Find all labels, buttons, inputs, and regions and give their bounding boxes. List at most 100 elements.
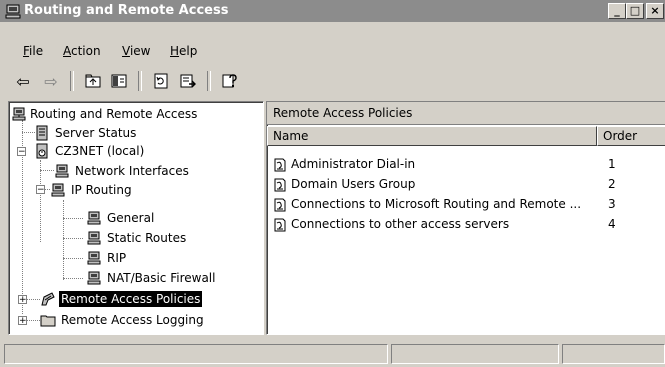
expand-remote-access-policies-toggle[interactable]: + bbox=[18, 295, 27, 305]
nat-firewall-icon bbox=[87, 271, 101, 285]
tree-line bbox=[40, 170, 54, 171]
back-arrow-icon: ⇦ bbox=[16, 71, 30, 91]
rip-icon bbox=[87, 251, 101, 265]
details-pane: Remote Access Policies Name Order Admini… bbox=[266, 101, 665, 335]
tree-item-ip-routing[interactable]: IP Routing bbox=[50, 181, 250, 199]
tree-line bbox=[22, 132, 23, 314]
menu-bar: File Action View Help bbox=[0, 40, 665, 62]
folder-icon bbox=[40, 315, 56, 327]
menu-view-hotkey: V bbox=[122, 44, 130, 58]
column-header-name-label: Name bbox=[273, 129, 309, 143]
routing-server-icon bbox=[12, 107, 26, 121]
menu-action[interactable]: Action bbox=[63, 44, 101, 58]
refresh-icon bbox=[154, 73, 168, 89]
tree-item-general[interactable]: General bbox=[86, 209, 246, 227]
up-one-level-button[interactable] bbox=[82, 70, 104, 92]
menu-action-hotkey: A bbox=[63, 44, 71, 58]
tree-label-root: Routing and Remote Access bbox=[30, 107, 198, 121]
computer-icon bbox=[5, 4, 21, 19]
tree-item-network-interfaces[interactable]: Network Interfaces bbox=[54, 162, 254, 180]
tree-label-server-status: Server Status bbox=[55, 126, 137, 140]
tree-item-static-routes[interactable]: Static Routes bbox=[86, 229, 246, 247]
network-interfaces-icon bbox=[55, 164, 69, 178]
tree-item-nat-basic-firewall[interactable]: NAT/Basic Firewall bbox=[86, 269, 256, 287]
policy-icon bbox=[274, 218, 286, 232]
general-icon bbox=[87, 211, 101, 225]
menu-view-label: iew bbox=[129, 44, 151, 58]
menu-action-label: ction bbox=[71, 44, 101, 58]
policy-name: Connections to Microsoft Routing and Rem… bbox=[291, 197, 582, 211]
column-header-order-label: Order bbox=[603, 129, 638, 143]
status-pane-middle bbox=[391, 344, 559, 364]
tree-label-network-interfaces: Network Interfaces bbox=[75, 164, 189, 178]
expand-icon: + bbox=[19, 316, 27, 326]
policy-name: Connections to other access servers bbox=[291, 217, 510, 231]
policy-order: 3 bbox=[608, 197, 616, 211]
tree-item-remote-access-logging[interactable]: Remote Access Logging bbox=[40, 311, 250, 329]
tree-item-root[interactable]: Routing and Remote Access bbox=[11, 105, 251, 123]
policy-icon bbox=[274, 178, 286, 192]
tree-item-rip[interactable]: RIP bbox=[86, 249, 246, 267]
details-title: Remote Access Policies bbox=[273, 106, 413, 120]
help-icon bbox=[222, 74, 237, 88]
tree-line bbox=[63, 200, 64, 280]
tree-label-rip: RIP bbox=[107, 251, 127, 265]
expand-icon: + bbox=[19, 295, 27, 305]
toolbar-separator bbox=[207, 71, 211, 91]
status-pane-main bbox=[4, 344, 388, 364]
console-tree[interactable]: Routing and Remote Access Server Status … bbox=[8, 101, 264, 335]
refresh-button[interactable] bbox=[150, 70, 172, 92]
back-button[interactable]: ⇦ bbox=[12, 70, 34, 92]
export-list-icon bbox=[180, 74, 196, 88]
menu-view[interactable]: View bbox=[122, 44, 150, 58]
toolbar: ⇦ ⇨ bbox=[0, 68, 665, 94]
table-row[interactable]: Domain Users Group 2 bbox=[267, 176, 665, 194]
server-icon bbox=[36, 143, 48, 159]
tree-line bbox=[26, 299, 40, 300]
tree-item-remote-access-policies[interactable]: Remote Access Policies bbox=[40, 290, 240, 308]
forward-button[interactable]: ⇨ bbox=[40, 70, 62, 92]
ip-routing-icon bbox=[51, 183, 65, 197]
details-header: Remote Access Policies bbox=[267, 102, 665, 125]
tree-label-remote-access-logging: Remote Access Logging bbox=[61, 313, 204, 327]
maximize-icon: □ bbox=[629, 4, 641, 17]
menu-file[interactable]: File bbox=[23, 44, 43, 58]
collapse-icon: − bbox=[18, 147, 26, 157]
policy-icon bbox=[274, 158, 286, 172]
status-bar bbox=[0, 341, 665, 367]
remote-access-policies-icon bbox=[41, 292, 55, 306]
show-hide-console-tree-button[interactable] bbox=[108, 70, 130, 92]
menu-help[interactable]: Help bbox=[170, 44, 197, 58]
column-header-name[interactable]: Name bbox=[267, 126, 597, 146]
close-button[interactable]: × bbox=[646, 3, 664, 19]
collapse-icon: − bbox=[37, 185, 45, 195]
tree-line bbox=[26, 320, 40, 321]
tree-label-static-routes: Static Routes bbox=[107, 231, 187, 245]
tree-line bbox=[63, 218, 83, 219]
menu-help-hotkey: H bbox=[170, 44, 180, 58]
table-row[interactable]: Administrator Dial-in 1 bbox=[267, 156, 665, 174]
tree-item-server[interactable]: CZ3NET (local) bbox=[34, 142, 234, 160]
tree-label-nat-basic-firewall: NAT/Basic Firewall bbox=[107, 271, 216, 285]
title-bar[interactable]: Routing and Remote Access _ □ × bbox=[0, 0, 665, 22]
policy-order: 1 bbox=[608, 157, 616, 171]
folder-up-icon bbox=[85, 74, 101, 88]
minimize-button[interactable]: _ bbox=[608, 3, 626, 19]
expand-remote-access-logging-toggle[interactable]: + bbox=[18, 316, 27, 326]
static-routes-icon bbox=[87, 231, 101, 245]
maximize-button[interactable]: □ bbox=[626, 3, 644, 19]
export-list-button[interactable] bbox=[177, 70, 199, 92]
tree-label-general: General bbox=[107, 211, 155, 225]
tree-line bbox=[63, 278, 83, 279]
tree-item-server-status[interactable]: Server Status bbox=[34, 124, 234, 142]
tree-label-server: CZ3NET (local) bbox=[55, 144, 145, 158]
table-row[interactable]: Connections to Microsoft Routing and Rem… bbox=[267, 196, 665, 214]
window-title: Routing and Remote Access bbox=[24, 3, 229, 18]
collapse-server-toggle[interactable]: − bbox=[17, 147, 26, 157]
collapse-ip-routing-toggle[interactable]: − bbox=[36, 185, 45, 195]
tree-label-ip-routing: IP Routing bbox=[71, 183, 132, 197]
help-button[interactable] bbox=[219, 70, 241, 92]
table-row[interactable]: Connections to other access servers 4 bbox=[267, 216, 665, 234]
policy-name: Domain Users Group bbox=[291, 177, 416, 191]
column-header-order[interactable]: Order bbox=[597, 126, 665, 146]
